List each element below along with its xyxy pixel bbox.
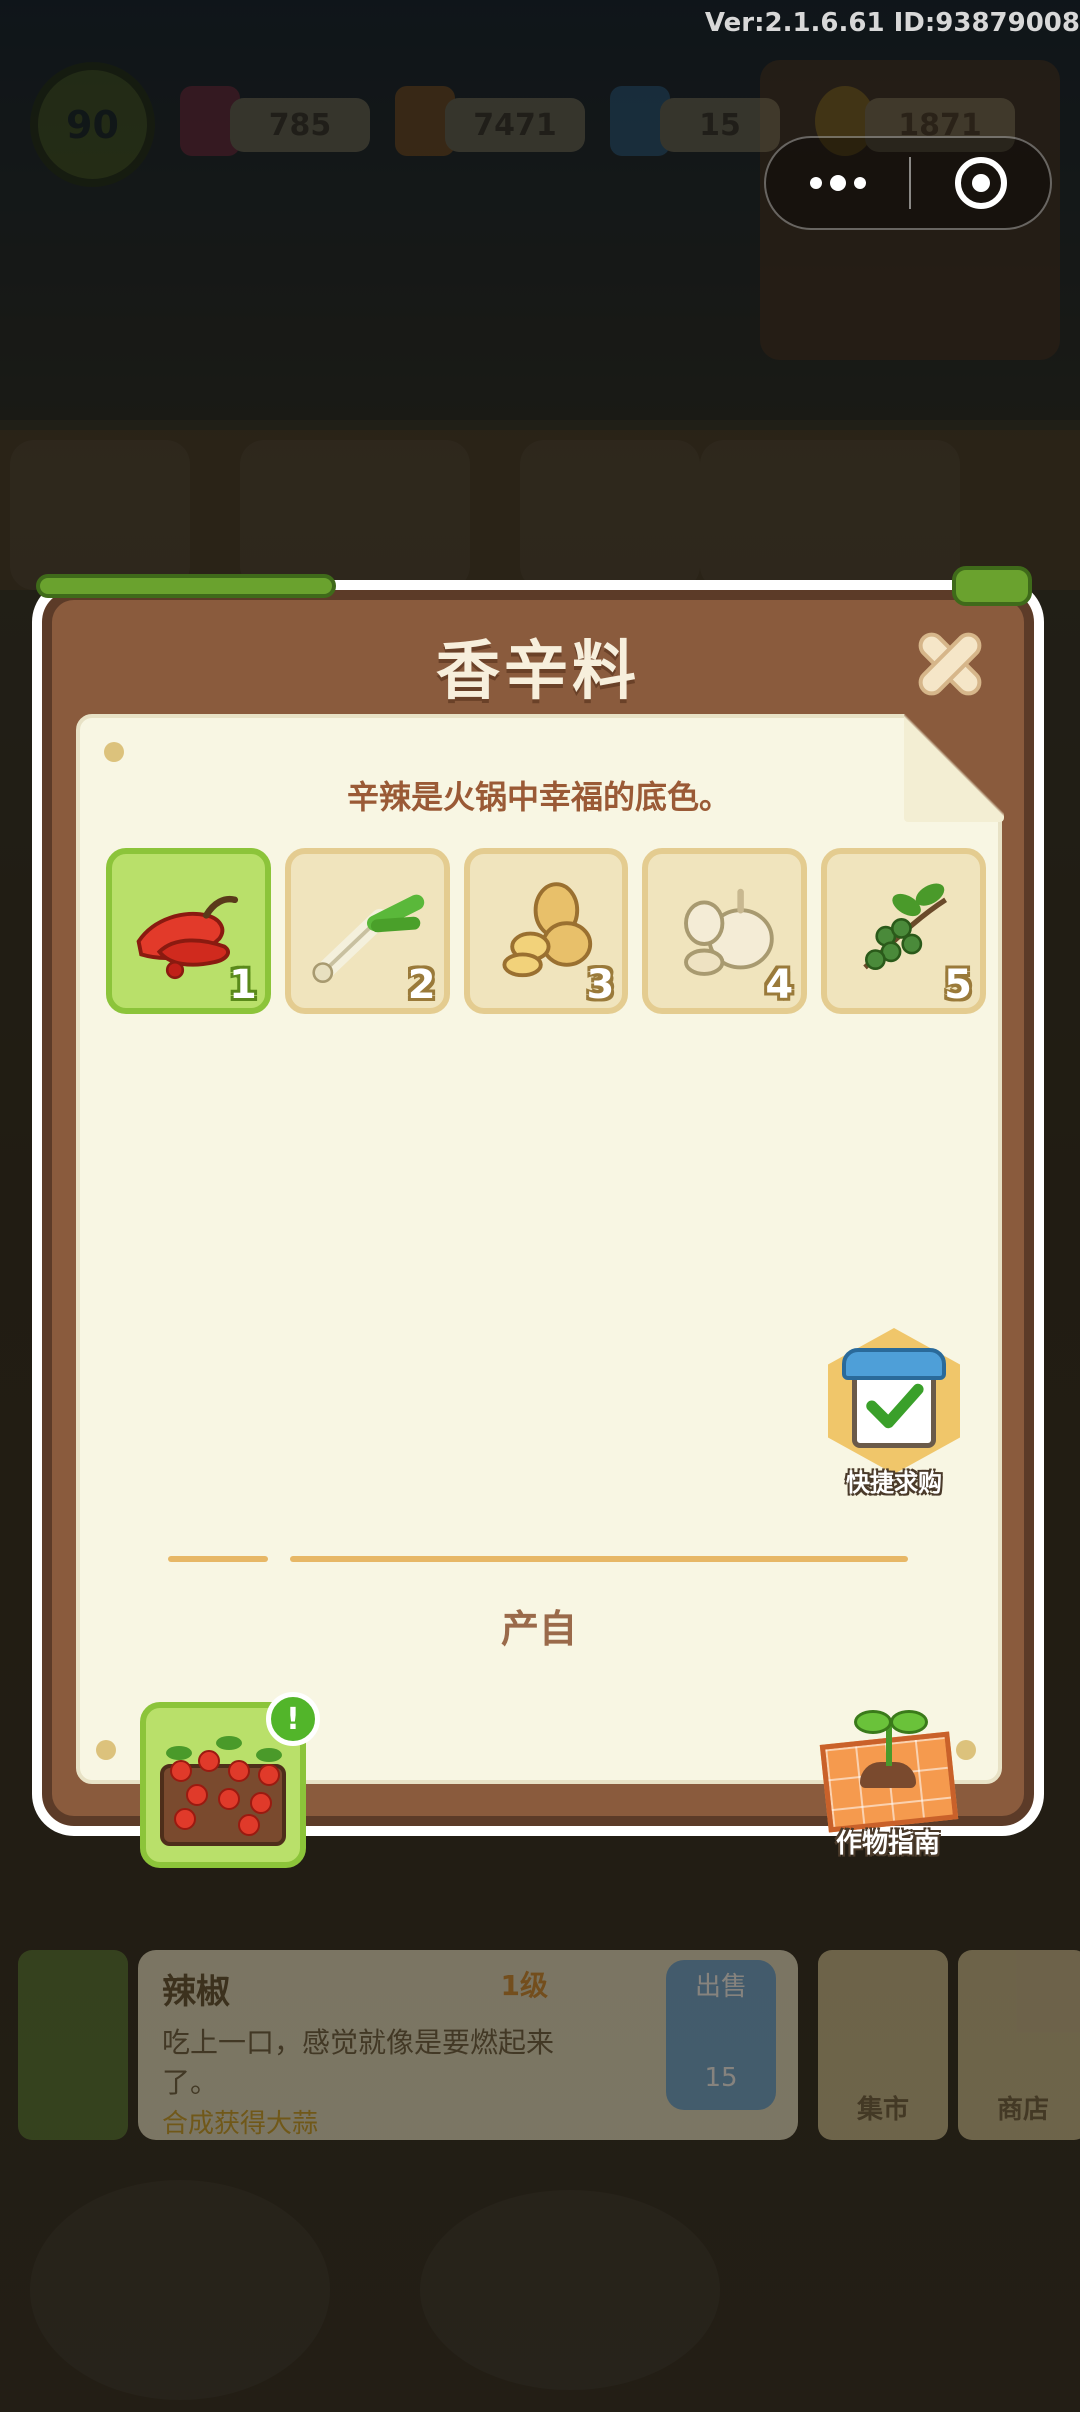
sell-label: 出售	[694, 1972, 747, 2002]
exit-miniprogram-button[interactable]	[911, 157, 1050, 209]
quick-buy-button[interactable]: 快捷求购	[818, 1328, 970, 1498]
close-button[interactable]	[910, 624, 990, 704]
shop-button[interactable]: 商店	[958, 1950, 1080, 2140]
spice-catalog-modal: 香辛料 辛辣是火锅中幸福的底色。 1 2 3 4 5 快捷求购 产自 ! 作物指…	[32, 566, 1044, 1868]
crop-guide-label: 作物指南	[835, 1829, 940, 1859]
bottom-info-bar: 辣椒 1级 吃上一口，感觉就像是要燃起来了。 合成获得大蒜 出售 15 集市 商…	[18, 1950, 1080, 2140]
modal-title: 香辛料	[436, 635, 640, 709]
item-number: 5	[944, 962, 972, 1008]
item-level: 1级	[500, 1969, 548, 2002]
item-tile-chili[interactable]: 1	[106, 848, 271, 1014]
item-number: 4	[765, 962, 794, 1008]
sell-button[interactable]: 出售 15	[666, 1960, 776, 2110]
alert-badge: !	[266, 1692, 320, 1746]
item-tile-garlic[interactable]: 4	[642, 848, 808, 1014]
item-tile-sichuan-pepper[interactable]: 5	[821, 848, 986, 1014]
pin-decoration	[96, 1740, 116, 1760]
back-button[interactable]	[18, 1950, 128, 2140]
version-id-label: Ver:2.1.6.61 ID:93879008	[704, 8, 1080, 38]
item-info-card: 辣椒 1级 吃上一口，感觉就像是要燃起来了。 合成获得大蒜 出售 15	[138, 1950, 798, 2140]
section-divider	[290, 1556, 908, 1562]
dot-icon	[853, 177, 866, 189]
section-divider	[168, 1556, 268, 1562]
content-paper: 辛辣是火锅中幸福的底色。 1 2 3 4 5 快捷求购 产自 ! 作物指南	[76, 712, 1004, 1868]
moss-decoration	[952, 566, 1032, 606]
item-description: 吃上一口，感觉就像是要燃起来了。	[162, 2026, 555, 2099]
source-crop-tile[interactable]: !	[140, 1692, 320, 1868]
item-number: 2	[407, 962, 436, 1008]
dot-icon	[809, 177, 822, 189]
miniprogram-capsule	[764, 136, 1052, 230]
item-number: 3	[586, 962, 615, 1008]
item-tile-ginger[interactable]: 3	[463, 848, 629, 1014]
item-tile-scallion[interactable]: 2	[284, 848, 450, 1014]
sell-price: 15	[704, 2063, 738, 2093]
source-heading: 产自	[500, 1607, 577, 1651]
moss-decoration	[36, 574, 336, 598]
quick-buy-label: 快捷求购	[846, 1469, 942, 1497]
category-description: 辛辣是火锅中幸福的底色。	[346, 778, 731, 816]
dot-icon	[829, 175, 846, 191]
spice-item-row: 1 2 3 4 5	[106, 848, 986, 1014]
awning-icon	[842, 1348, 946, 1380]
pin-decoration	[104, 742, 124, 762]
more-menu-button[interactable]	[766, 138, 909, 228]
berry-icon	[170, 1760, 192, 1782]
crop-guide-button[interactable]: 作物指南	[808, 1692, 968, 1859]
item-number: 1	[228, 962, 257, 1008]
market-button[interactable]: 集市	[818, 1950, 948, 2140]
target-circle-icon	[954, 157, 1007, 209]
